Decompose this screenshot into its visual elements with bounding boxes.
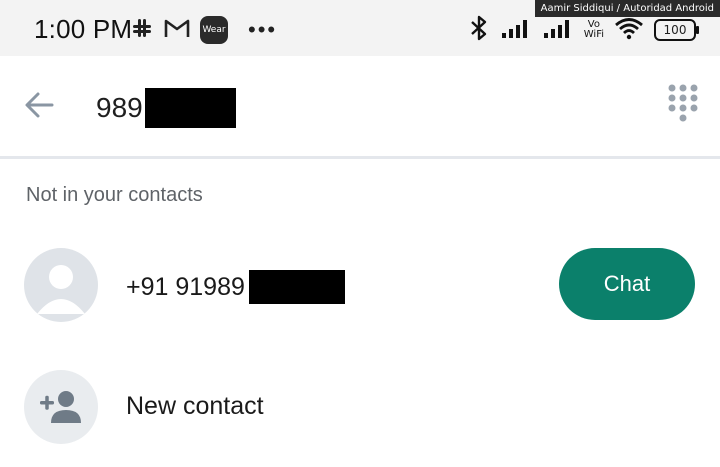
number-result-row[interactable]: +91 91989 Chat [0,248,720,334]
dialpad-button[interactable] [666,82,700,130]
gmail-icon [164,17,190,44]
new-contact-icon-circle [24,370,98,444]
dialpad-icon [668,84,698,122]
status-right-icons: Vo WiFi 100 [468,12,699,48]
search-query-text: 989 [96,92,143,123]
more-notifications-icon: ••• [248,17,278,42]
status-time: 1:00 PM [34,14,133,44]
signal-icon [500,17,532,44]
status-left-icons: Wear ••• [130,12,277,48]
arrow-left-icon [25,92,54,118]
add-person-icon [40,391,81,423]
default-avatar-icon [37,265,85,314]
bluetooth-icon [468,15,490,46]
wear-os-icon: Wear [200,16,228,44]
vowifi-icon: Vo WiFi [584,20,604,40]
battery-icon: 100 [654,19,699,41]
search-header: 989 [0,56,720,159]
section-label: Not in your contacts [26,184,203,206]
back-button[interactable] [22,87,58,123]
search-input[interactable]: 989 [96,88,236,128]
slack-icon [130,16,154,45]
new-contact-row[interactable]: New contact [0,370,720,456]
phone-number-text: +91 91989 [126,272,245,301]
image-credit: Aamir Siddiqui / Autoridad Android [534,0,720,17]
phone-number: +91 91989 [126,270,345,304]
status-bar: 1:00 PM Wear ••• Vo WiFi 100 Aamir Siddi… [0,0,720,56]
wifi-icon [614,16,644,45]
redaction-bar [144,88,236,128]
chat-button[interactable]: Chat [559,248,695,320]
avatar [24,248,98,322]
vowifi-bottom: WiFi [583,29,604,40]
new-contact-label: New contact [126,392,264,420]
signal-icon [542,17,574,44]
redaction-bar [248,270,345,304]
